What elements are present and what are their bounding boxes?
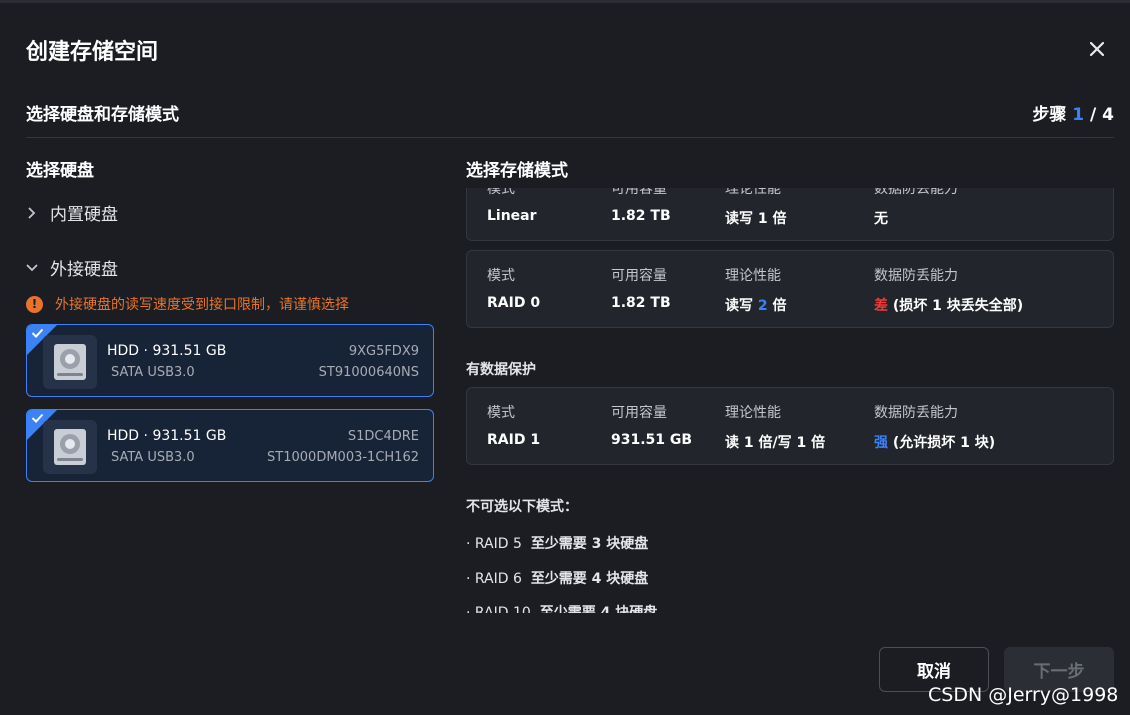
unavailable-title: 不可选以下模式：: [466, 499, 578, 515]
mode-card-linear[interactable]: 模式 可用容量 理论性能 数据防丢能力 Linear 1.82 TB 读写 1 …: [466, 188, 1114, 241]
external-disk-warning: ! 外接硬盘的读写速度受到接口限制，请谨慎选择: [26, 294, 349, 314]
disk-interface: SATA USB3.0: [111, 365, 195, 380]
col-header: 模式: [487, 268, 515, 284]
disk-card[interactable]: HDD · 931.51 GB SATA USB3.0 S1DC4DRE ST1…: [26, 409, 434, 482]
col-header: 可用容量: [611, 188, 667, 197]
mode-protection: 无: [874, 211, 888, 227]
unavailable-requirement: 至少需要 4 块硬盘: [539, 605, 658, 613]
protection-detail: (允许损坏 1 块): [888, 435, 996, 451]
check-icon: [31, 328, 44, 338]
background-strip: [0, 0, 1130, 3]
header-divider: [26, 137, 1114, 138]
unavailable-mode: · RAID 5: [466, 536, 522, 552]
mode-card-raid0[interactable]: 模式 可用容量 理论性能 数据防丢能力 RAID 0 1.82 TB 读写 2 …: [466, 250, 1114, 328]
chevron-right-icon: [28, 206, 36, 219]
hard-disk-icon: [43, 335, 97, 389]
protection-detail: (损坏 1 块丢失全部): [888, 298, 1024, 314]
check-icon: [31, 413, 44, 423]
col-header: 数据防丢能力: [874, 268, 958, 284]
perf-text: 读写: [725, 298, 758, 314]
step-total: / 4: [1090, 105, 1114, 125]
disks-panel-title: 选择硬盘: [26, 161, 94, 181]
unavailable-requirement: 至少需要 4 块硬盘: [530, 571, 649, 587]
step-label: 步骤: [1032, 105, 1067, 125]
group-external-disks[interactable]: 外接硬盘: [26, 255, 118, 280]
close-icon[interactable]: [1084, 36, 1110, 62]
col-header: 数据防丢能力: [874, 188, 958, 197]
mode-protection: 差 (损坏 1 块丢失全部): [874, 295, 1023, 315]
hard-disk-icon: [43, 420, 97, 474]
mode-name: RAID 1: [487, 432, 541, 448]
mode-performance: 读 1 倍/写 1 倍: [725, 435, 826, 451]
col-header: 模式: [487, 188, 515, 197]
mode-performance: 读写 1 倍: [725, 211, 787, 227]
col-header: 数据防丢能力: [874, 405, 958, 421]
disk-interface: SATA USB3.0: [111, 450, 195, 465]
unavailable-mode: · RAID 10: [466, 605, 531, 613]
step-indicator: 步骤 1 / 4: [1032, 100, 1114, 125]
col-header: 理论性能: [725, 268, 781, 284]
col-header: 可用容量: [611, 405, 667, 421]
mode-capacity: 1.82 TB: [611, 295, 671, 311]
watermark: CSDN @Jerry@1998: [928, 684, 1119, 706]
perf-multiplier: 2: [757, 298, 768, 314]
mode-protection: 强 (允许损坏 1 块): [874, 432, 995, 452]
unavailable-item: · RAID 5 至少需要 3 块硬盘: [466, 533, 648, 553]
mode-name: Linear: [487, 208, 537, 224]
modes-scroll-area[interactable]: 模式 可用容量 理论性能 数据防丢能力 Linear 1.82 TB 读写 1 …: [466, 188, 1114, 613]
chevron-down-icon: [26, 263, 38, 271]
disk-card[interactable]: HDD · 931.51 GB SATA USB3.0 9XG5FDX9 ST9…: [26, 324, 434, 397]
mode-capacity: 1.82 TB: [611, 208, 671, 224]
unavailable-item: · RAID 10 至少需要 4 块硬盘: [466, 602, 657, 613]
disk-model: ST1000DM003-1CH162: [267, 450, 419, 465]
unavailable-requirement: 至少需要 3 块硬盘: [530, 536, 649, 552]
group-label: 外接硬盘: [50, 260, 118, 280]
disk-serial: 9XG5FDX9: [348, 344, 419, 359]
step-subtitle: 选择硬盘和存储模式: [26, 105, 179, 125]
mode-performance: 读写 2 倍: [725, 295, 787, 315]
mode-card-raid1[interactable]: 模式 可用容量 理论性能 数据防丢能力 RAID 1 931.51 GB 读 1…: [466, 387, 1114, 465]
disk-serial: S1DC4DRE: [347, 429, 419, 444]
modes-panel-title: 选择存储模式: [466, 161, 568, 181]
section-protected: 有数据保护: [466, 362, 536, 378]
protection-level: 强: [874, 435, 888, 451]
unavailable-item: · RAID 6 至少需要 4 块硬盘: [466, 568, 648, 588]
mode-name: RAID 0: [487, 295, 541, 311]
perf-unit: 倍: [767, 298, 787, 314]
disk-model: ST91000640NS: [318, 365, 419, 380]
warning-icon: !: [26, 295, 43, 313]
step-current: 1: [1072, 105, 1085, 125]
protection-level: 差: [874, 298, 888, 314]
col-header: 模式: [487, 405, 515, 421]
disk-name: HDD · 931.51 GB: [107, 343, 227, 359]
dialog-title: 创建存储空间: [26, 40, 159, 65]
col-header: 可用容量: [611, 268, 667, 284]
group-internal-disks[interactable]: 内置硬盘: [26, 200, 118, 225]
col-header: 理论性能: [725, 188, 781, 197]
col-header: 理论性能: [725, 405, 781, 421]
disk-name: HDD · 931.51 GB: [107, 428, 227, 444]
warning-text: 外接硬盘的读写速度受到接口限制，请谨慎选择: [55, 297, 349, 313]
group-label: 内置硬盘: [50, 205, 118, 225]
mode-capacity: 931.51 GB: [611, 432, 693, 448]
unavailable-mode: · RAID 6: [466, 571, 522, 587]
